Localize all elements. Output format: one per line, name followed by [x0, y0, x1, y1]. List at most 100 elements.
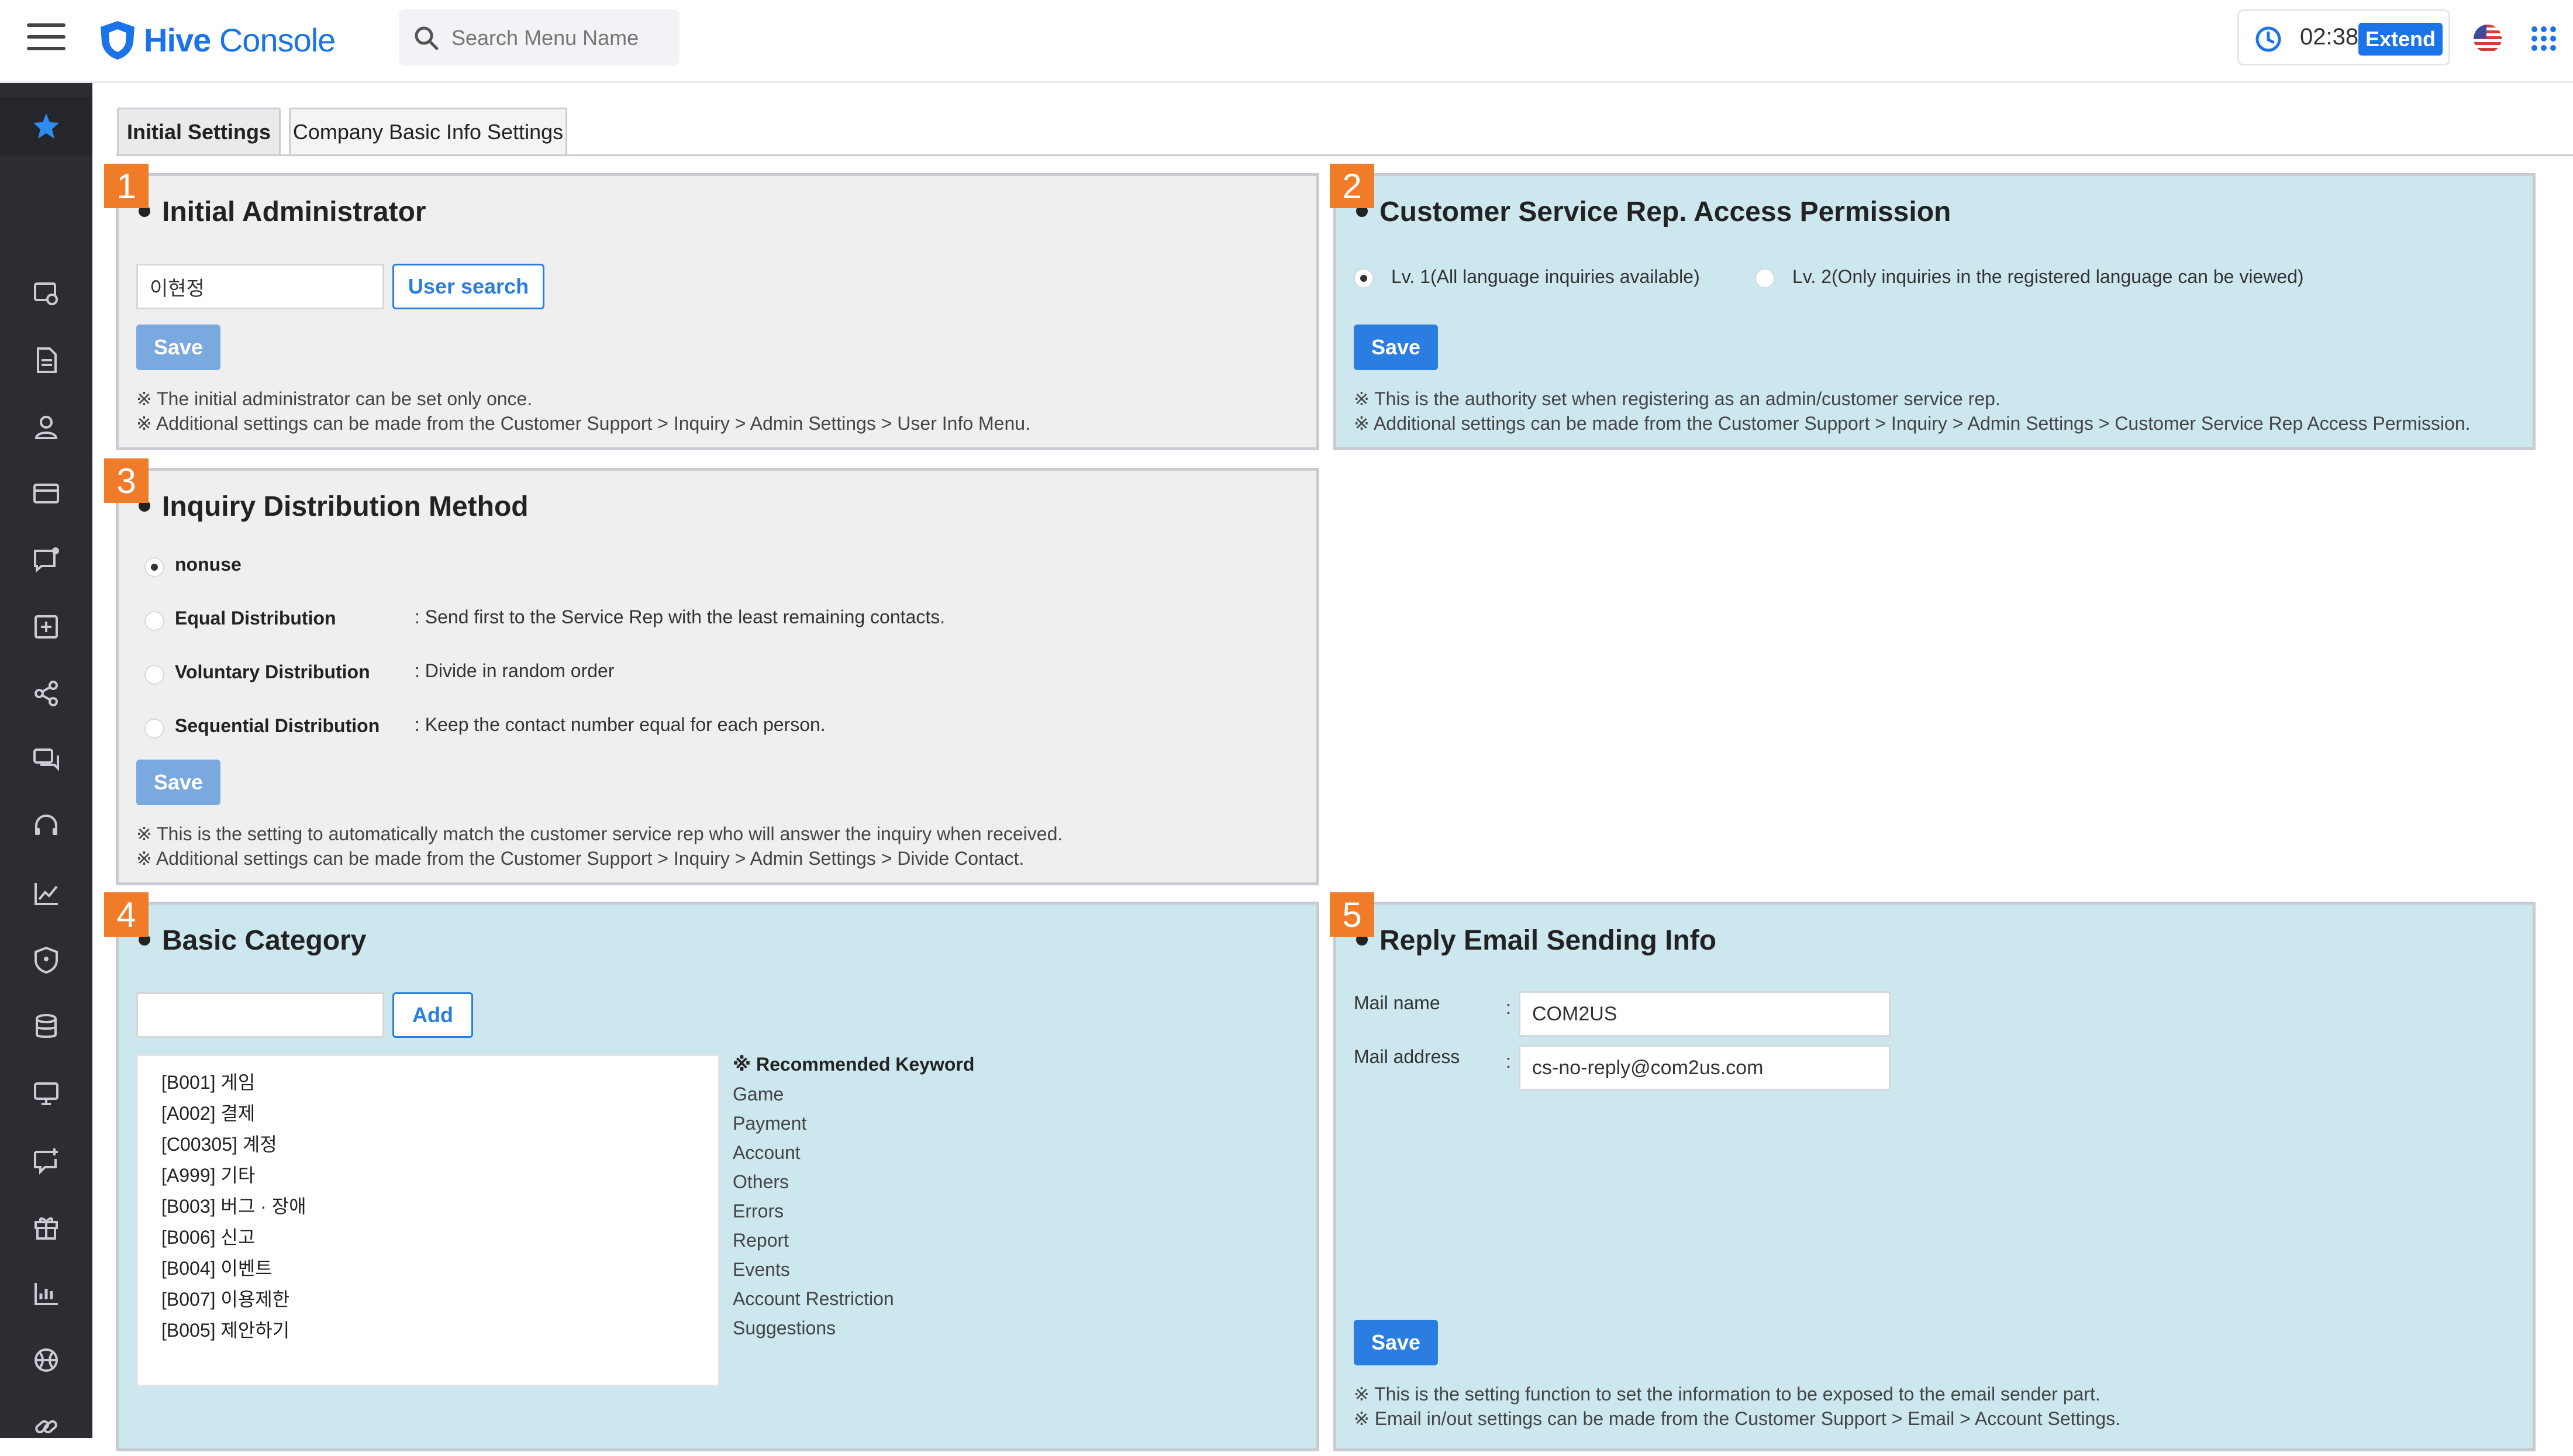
card-icon [33, 484, 59, 503]
sidebar-item-database[interactable] [0, 998, 92, 1056]
option-description: : Send first to the Service Rep with the… [415, 606, 946, 627]
keyword-item: Account [733, 1142, 801, 1163]
sidebar-item-sports[interactable] [0, 1331, 92, 1389]
sidebar-item-add[interactable] [0, 598, 92, 656]
message-plus-icon [34, 1148, 58, 1175]
basketball-icon [35, 1348, 58, 1372]
sidebar-item-favorites[interactable] [0, 97, 92, 156]
section-number-badge: 5 [1330, 892, 1374, 937]
radio-voluntary-distribution[interactable] [144, 665, 164, 685]
sidebar-item-users[interactable] [0, 398, 92, 456]
top-header: Hive Console 02:38 Extend [0, 0, 2573, 83]
sidebar-item-screen[interactable] [0, 1064, 92, 1123]
list-item[interactable]: [A999] 기타 [161, 1161, 255, 1188]
admin-name-input[interactable] [136, 264, 384, 309]
option-label: nonuse [175, 554, 242, 575]
note-line: ※ This is the authority set when registe… [1354, 388, 2001, 409]
save-button[interactable]: Save [136, 760, 220, 805]
list-item[interactable]: [B003] 버그 · 장애 [161, 1192, 306, 1219]
apps-grid-icon[interactable] [2530, 25, 2558, 53]
panel-title: Basic Category [139, 924, 366, 957]
sidebar-item-security[interactable] [0, 931, 92, 989]
colon: : [1506, 997, 1511, 1018]
radio-lv1[interactable] [1354, 268, 1374, 288]
mail-name-label: Mail name [1354, 992, 1440, 1013]
tab-company-basic-info[interactable]: Company Basic Info Settings [289, 108, 567, 156]
tab-initial-settings[interactable]: Initial Settings [117, 108, 281, 156]
note-line: ※ Additional settings can be made from t… [136, 848, 1025, 869]
mail-address-input[interactable] [1519, 1045, 1891, 1091]
us-flag-icon[interactable] [2472, 23, 2503, 54]
panel-basic-category: Basic Category Add [B001] 게임 [A002] 결제 [… [116, 902, 1319, 1451]
gift-icon [35, 1217, 58, 1240]
radio-equal-distribution[interactable] [144, 611, 164, 631]
list-item[interactable]: [C00305] 계정 [161, 1130, 277, 1157]
save-button[interactable]: Save [1354, 325, 1438, 370]
list-item[interactable]: [B006] 신고 [161, 1223, 255, 1250]
search-input[interactable] [450, 21, 669, 55]
radio-lv2[interactable] [1755, 268, 1775, 288]
panel-title: Customer Service Rep. Access Permission [1356, 196, 1951, 228]
keyword-item: Game [733, 1084, 784, 1105]
note-line: ※ Additional settings can be made from t… [1354, 413, 2471, 434]
list-item[interactable]: [B005] 제안하기 [161, 1316, 289, 1343]
list-item[interactable]: [A002] 결제 [161, 1099, 255, 1126]
section-number-badge: 1 [104, 164, 149, 208]
sidebar-item-chat[interactable] [0, 731, 92, 789]
extend-button[interactable]: Extend [2358, 23, 2443, 56]
option-description: : Divide in random order [415, 660, 615, 681]
sidebar-item-links[interactable] [0, 1398, 92, 1456]
note-line: ※ The initial administrator can be set o… [136, 388, 533, 409]
list-item[interactable]: [B004] 이벤트 [161, 1254, 273, 1281]
sidebar-item-messages[interactable] [0, 1131, 92, 1189]
category-input[interactable] [136, 992, 384, 1038]
sidebar-item-monitor-settings[interactable] [0, 264, 92, 323]
shield-icon [35, 946, 58, 974]
sidebar-item-customer-support[interactable] [0, 798, 92, 856]
note-line: ※ This is the setting to automatically m… [136, 823, 1063, 844]
sidebar-item-rewards[interactable] [0, 1198, 92, 1256]
recommended-keyword-title: ※ Recommended Keyword [733, 1054, 975, 1075]
star-icon [33, 113, 59, 139]
mail-address-label: Mail address [1354, 1046, 1460, 1067]
radio-sequential-distribution[interactable] [144, 719, 164, 739]
share-icon [35, 681, 58, 706]
keyword-item: Account Restriction [733, 1288, 894, 1309]
search-icon [415, 26, 439, 50]
option-label: Sequential Distribution [175, 715, 380, 736]
menu-icon[interactable] [27, 23, 65, 53]
option-label: Equal Distribution [175, 608, 336, 629]
sidebar-item-statistics[interactable] [0, 1264, 92, 1323]
radio-nonuse[interactable] [144, 557, 164, 577]
search-box[interactable] [399, 9, 680, 65]
colon: : [1506, 1051, 1511, 1072]
link-icon [35, 1420, 57, 1434]
hive-console-logo[interactable]: Hive Console [97, 16, 336, 63]
chart-line-icon [35, 883, 58, 905]
panel-title: Inquiry Distribution Method [139, 491, 529, 523]
radio-lv1-label: Lv. 1(All language inquiries available) [1391, 266, 1700, 287]
panel-title: Reply Email Sending Info [1356, 924, 1716, 957]
user-search-button[interactable]: User search [392, 264, 544, 309]
mail-name-input[interactable] [1519, 991, 1891, 1037]
save-button[interactable]: Save [1354, 1320, 1438, 1365]
screen-icon [34, 1082, 58, 1105]
logo-text: Hive Console [144, 21, 336, 58]
monitor-settings-icon [34, 282, 58, 305]
add-category-button[interactable]: Add [392, 992, 473, 1038]
user-icon [35, 416, 58, 439]
list-item[interactable]: [B007] 이용제한 [161, 1285, 289, 1312]
panel-initial-administrator: Initial Administrator User search Save ※… [116, 173, 1319, 450]
sidebar-item-payments[interactable] [0, 464, 92, 523]
keyword-item: Payment [733, 1113, 807, 1134]
save-button[interactable]: Save [136, 325, 220, 370]
keyword-item: Errors [733, 1200, 784, 1222]
list-item[interactable]: [B001] 게임 [161, 1068, 255, 1095]
sidebar-item-documents[interactable] [0, 331, 92, 389]
sidebar-item-analytics[interactable] [0, 864, 92, 923]
clock-icon [2255, 26, 2281, 52]
sidebar-item-inquiry[interactable] [0, 531, 92, 589]
database-icon [36, 1014, 57, 1038]
sidebar-item-share[interactable] [0, 664, 92, 723]
category-list[interactable]: [B001] 게임 [A002] 결제 [C00305] 계정 [A999] 기… [136, 1054, 720, 1386]
